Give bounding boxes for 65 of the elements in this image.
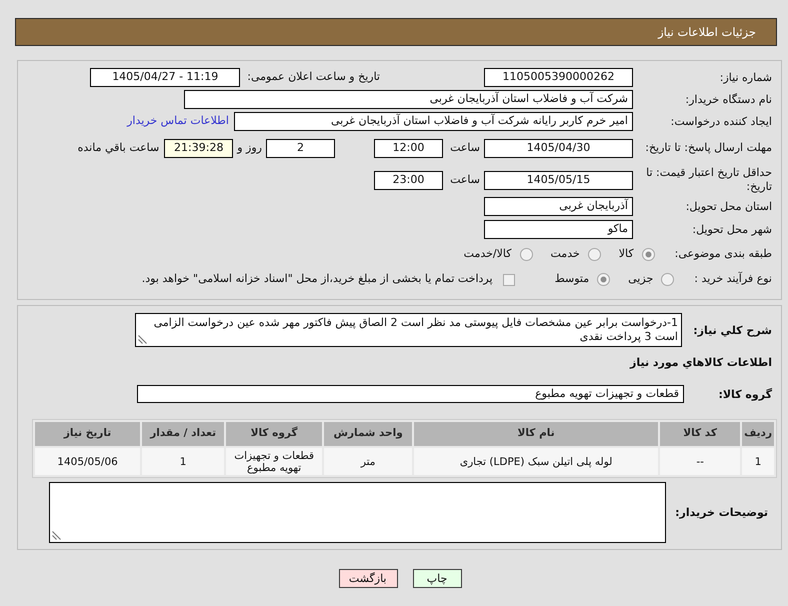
- buyer-notes-field[interactable]: [49, 482, 666, 544]
- column-header: نام کالا: [414, 422, 658, 446]
- city-field[interactable]: ماکو: [484, 220, 633, 239]
- checkbox-label: پرداخت تمام یا بخشی از مبلغ خرید،از محل "اسناد خزانه اسلامی" خواهد بود.: [142, 272, 493, 287]
- need-number-field[interactable]: 1105005390000262: [484, 68, 633, 87]
- radio-label: کالا: [618, 247, 634, 262]
- field-label: مهلت ارسال پاسخ: تا تاریخ:: [644, 141, 772, 155]
- buyer-org-field[interactable]: شرکت آب و فاضلاب استان آذربایجان غربی: [184, 90, 633, 109]
- description-field[interactable]: 1-درخواست برابر عین مشخصات فایل پیوستی مد نظر است 2 الصاق پیش فاکتور مهر شده عین درخواست الزامی است 3 پرداخت نقدی: [135, 313, 682, 347]
- field-label: ایجاد کننده درخواست:: [670, 114, 772, 128]
- field-label: تاریخ و ساعت اعلان عمومی:: [247, 70, 380, 85]
- field-label: ساعت: [449, 140, 480, 156]
- radio-label: متوسط: [554, 272, 590, 287]
- column-header: تعداد / مقدار: [142, 422, 224, 446]
- radio-label: کالا/خدمت: [464, 247, 512, 262]
- deadline-time-field[interactable]: 12:00: [374, 138, 443, 158]
- field-label: شماره نیاز:: [718, 70, 772, 84]
- remaining-time-field[interactable]: 21:39:28: [164, 138, 234, 158]
- field-label: شهر محل تحویل:: [691, 222, 772, 236]
- announce-date-field[interactable]: 1405/04/27 - 11:19: [90, 68, 240, 87]
- back-button[interactable]: بازگشت: [338, 569, 398, 588]
- creator-field[interactable]: امیر خرم کاربر رایانه شرکت آب و فاضلاب استان آذربایجان غربی: [234, 112, 633, 131]
- table-cell: لوله پلی اتیلن سبک (LDPE) تجاری: [414, 448, 658, 476]
- goods-group-field[interactable]: قطعات و تجهیزات تهویه مطبوع: [137, 385, 684, 404]
- validity-date-field[interactable]: 1405/05/15: [484, 170, 633, 190]
- table-cell: قطعات و تجهیزات تهویه مطبوع: [226, 448, 322, 476]
- field-label: شرح کلي نیاز:: [692, 322, 772, 338]
- resize-grip-icon[interactable]: [138, 335, 147, 344]
- field-label: طبقه بندی موضوعی:: [674, 247, 772, 262]
- field-label: روز و: [237, 140, 262, 156]
- table-cell: --: [660, 448, 740, 476]
- buyer-contact-link[interactable]: اطلاعات تماس خریدار: [127, 114, 229, 129]
- remaining-days-field[interactable]: 2: [266, 138, 335, 158]
- field-label: ساعت: [449, 172, 480, 188]
- table-cell: متر: [324, 448, 412, 476]
- radio-button[interactable]: [642, 248, 655, 261]
- field-label: استان محل تحویل:: [684, 200, 772, 214]
- page-title: جزئیات اطلاعات نیاز: [658, 24, 756, 40]
- field-label: نام دستگاه خریدار:: [684, 92, 772, 106]
- radio-label: جزیی: [628, 272, 654, 287]
- checkbox[interactable]: [502, 274, 515, 286]
- radio-button[interactable]: [520, 248, 532, 261]
- table-cell: 1405/05/06: [35, 448, 140, 476]
- field-label: حداقل تاریخ اعتبار قیمت: تا تاریخ:: [645, 166, 772, 194]
- column-header: واحد شمارش: [324, 422, 412, 446]
- deadline-date-field[interactable]: 1405/04/30: [484, 138, 633, 158]
- resize-grip-icon[interactable]: [52, 531, 61, 540]
- column-header: ردیف: [742, 422, 774, 446]
- field-label: گروه کالا:: [717, 386, 772, 402]
- radio-button[interactable]: [661, 272, 674, 286]
- section-title: اطلاعات کالاهاي مورد نیاز: [630, 355, 772, 370]
- province-field[interactable]: آذربایجان غربی: [484, 197, 633, 216]
- column-header: گروه کالا: [226, 422, 322, 446]
- radio-label: خدمت: [550, 247, 580, 262]
- print-button[interactable]: چاپ: [412, 569, 462, 588]
- field-label: توضیحات خریدار:: [674, 505, 768, 520]
- field-label: نوع فرآیند خرید :: [694, 272, 772, 287]
- radio-button[interactable]: [597, 272, 610, 286]
- column-header: تاریخ نیاز: [35, 422, 140, 446]
- validity-time-field[interactable]: 23:00: [374, 170, 443, 190]
- table-cell: 1: [742, 448, 774, 476]
- table-cell: 1: [142, 448, 224, 476]
- field-label: ساعت باقي مانده: [78, 140, 160, 156]
- radio-button[interactable]: [588, 248, 601, 261]
- column-header: کد کالا: [660, 422, 740, 446]
